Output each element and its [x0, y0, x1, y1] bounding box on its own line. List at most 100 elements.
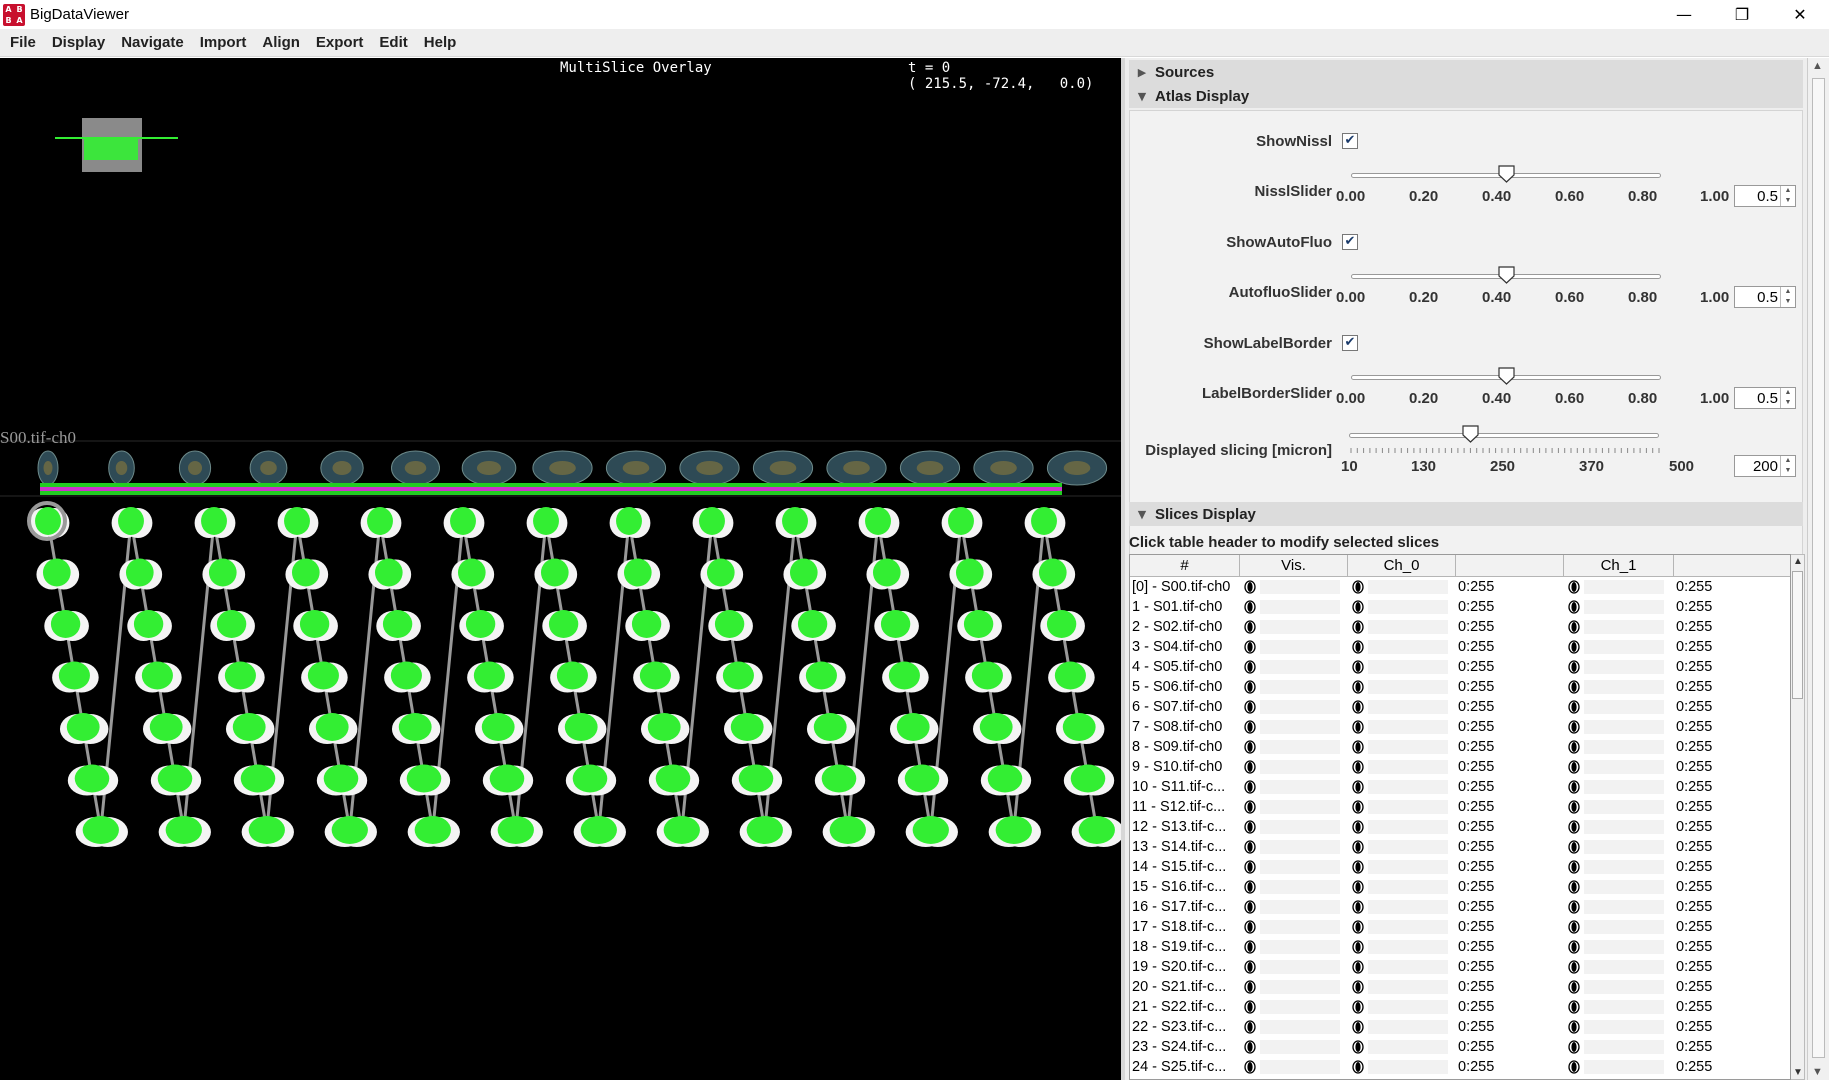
slice-tile[interactable]	[202, 558, 246, 590]
table-row[interactable]: 21 - S22.tif-c... 0:255 0:255	[1130, 997, 1790, 1017]
eye-icon[interactable]	[1244, 640, 1256, 654]
ch1-range[interactable]: 0:255	[1674, 817, 1790, 837]
slice-tile[interactable]	[692, 507, 734, 538]
slice-tile[interactable]	[360, 507, 402, 538]
eye-icon[interactable]	[1352, 1000, 1364, 1014]
eye-icon[interactable]	[1568, 900, 1580, 914]
slice-tile[interactable]	[467, 661, 514, 693]
ch0-visibility-cell[interactable]	[1348, 977, 1456, 997]
slice-tile[interactable]	[526, 507, 568, 538]
col-header-index[interactable]: #	[1130, 555, 1240, 576]
slice-tile[interactable]	[723, 713, 773, 744]
show-nissl-checkbox[interactable]: ✔	[1342, 133, 1358, 149]
visibility-cell[interactable]	[1240, 757, 1348, 777]
menu-import[interactable]: Import	[192, 34, 255, 51]
menu-help[interactable]: Help	[416, 34, 465, 51]
autofluo-slider-thumb[interactable]	[1498, 266, 1515, 284]
slice-tile[interactable]	[889, 713, 939, 744]
scroll-down-icon[interactable]: ▼	[1812, 1066, 1823, 1078]
atlas-section-thumb[interactable]	[1046, 450, 1108, 486]
eye-icon[interactable]	[1352, 960, 1364, 974]
ch1-visibility-cell[interactable]	[1564, 637, 1674, 657]
slice-tile[interactable]	[285, 558, 329, 590]
ch0-range[interactable]: 0:255	[1456, 697, 1564, 717]
eye-icon[interactable]	[1568, 600, 1580, 614]
visibility-cell[interactable]	[1240, 677, 1348, 697]
table-row[interactable]: 9 - S10.tif-ch0 0:255 0:255	[1130, 757, 1790, 777]
slice-tile[interactable]	[617, 558, 661, 590]
ch1-range[interactable]: 0:255	[1674, 657, 1790, 677]
visibility-cell[interactable]	[1240, 837, 1348, 857]
ch0-range[interactable]: 0:255	[1456, 997, 1564, 1017]
slice-tile[interactable]	[1032, 558, 1076, 590]
visibility-cell[interactable]	[1240, 697, 1348, 717]
slice-tile[interactable]	[44, 610, 89, 641]
ch0-visibility-cell[interactable]	[1348, 1017, 1456, 1037]
atlas-section-thumb[interactable]	[178, 450, 212, 486]
ch0-range[interactable]: 0:255	[1456, 597, 1564, 617]
table-row[interactable]: 20 - S21.tif-c... 0:255 0:255	[1130, 977, 1790, 997]
ch0-visibility-cell[interactable]	[1348, 577, 1456, 597]
eye-icon[interactable]	[1244, 660, 1256, 674]
ch0-range[interactable]: 0:255	[1456, 637, 1564, 657]
ch0-visibility-cell[interactable]	[1348, 1037, 1456, 1057]
col-header-visible[interactable]: Vis.	[1240, 555, 1348, 576]
eye-icon[interactable]	[1352, 760, 1364, 774]
ch0-range[interactable]: 0:255	[1456, 617, 1564, 637]
atlas-section-thumb[interactable]	[973, 450, 1034, 486]
ch0-range[interactable]: 0:255	[1456, 677, 1564, 697]
slice-tile[interactable]	[775, 507, 817, 538]
slice-tile[interactable]	[384, 661, 431, 693]
ch0-visibility-cell[interactable]	[1348, 877, 1456, 897]
slice-tile[interactable]	[972, 713, 1022, 744]
slice-tile[interactable]	[534, 558, 578, 590]
ch1-visibility-cell[interactable]	[1564, 757, 1674, 777]
slice-tile[interactable]	[36, 558, 80, 590]
ch0-range[interactable]: 0:255	[1456, 737, 1564, 757]
eye-icon[interactable]	[1568, 940, 1580, 954]
ch1-range[interactable]: 0:255	[1674, 577, 1790, 597]
ch1-visibility-cell[interactable]	[1564, 997, 1674, 1017]
slice-tile[interactable]	[573, 816, 626, 847]
slice-tile[interactable]	[700, 558, 744, 590]
ch0-range[interactable]: 0:255	[1456, 717, 1564, 737]
table-row[interactable]: 23 - S24.tif-c... 0:255 0:255	[1130, 1037, 1790, 1057]
sources-section-header[interactable]: ▶ Sources	[1129, 60, 1803, 84]
slice-tile[interactable]	[482, 764, 534, 796]
ch1-visibility-cell[interactable]	[1564, 737, 1674, 757]
ch0-range[interactable]: 0:255	[1456, 577, 1564, 597]
eye-icon[interactable]	[1568, 920, 1580, 934]
eye-icon[interactable]	[1244, 700, 1256, 714]
eye-icon[interactable]	[1568, 1020, 1580, 1034]
slice-tile[interactable]	[1048, 661, 1095, 693]
visibility-cell[interactable]	[1240, 797, 1348, 817]
slice-tile[interactable]	[233, 764, 285, 796]
eye-icon[interactable]	[1352, 740, 1364, 754]
slice-tile[interactable]	[75, 816, 128, 847]
ch0-visibility-cell[interactable]	[1348, 677, 1456, 697]
eye-icon[interactable]	[1244, 620, 1256, 634]
spinner-arrows-icon[interactable]: ▲ ▼	[1780, 388, 1795, 408]
visibility-cell[interactable]	[1240, 957, 1348, 977]
eye-icon[interactable]	[1244, 580, 1256, 594]
eye-icon[interactable]	[1568, 860, 1580, 874]
ch1-range[interactable]: 0:255	[1674, 977, 1790, 997]
eye-icon[interactable]	[1244, 800, 1256, 814]
eye-icon[interactable]	[1352, 860, 1364, 874]
table-row[interactable]: 11 - S12.tif-c... 0:255 0:255	[1130, 797, 1790, 817]
slice-tile[interactable]	[150, 764, 202, 796]
ch1-visibility-cell[interactable]	[1564, 977, 1674, 997]
ch1-visibility-cell[interactable]	[1564, 797, 1674, 817]
eye-icon[interactable]	[1352, 660, 1364, 674]
ch1-range[interactable]: 0:255	[1674, 1017, 1790, 1037]
eye-icon[interactable]	[1244, 820, 1256, 834]
slice-tile[interactable]	[799, 661, 846, 693]
eye-icon[interactable]	[1352, 720, 1364, 734]
eye-icon[interactable]	[1244, 1000, 1256, 1014]
visibility-cell[interactable]	[1240, 997, 1348, 1017]
slice-tile[interactable]	[656, 816, 709, 847]
ch1-visibility-cell[interactable]	[1564, 1037, 1674, 1057]
visibility-cell[interactable]	[1240, 777, 1348, 797]
slice-tile[interactable]	[241, 816, 294, 847]
eye-icon[interactable]	[1352, 920, 1364, 934]
